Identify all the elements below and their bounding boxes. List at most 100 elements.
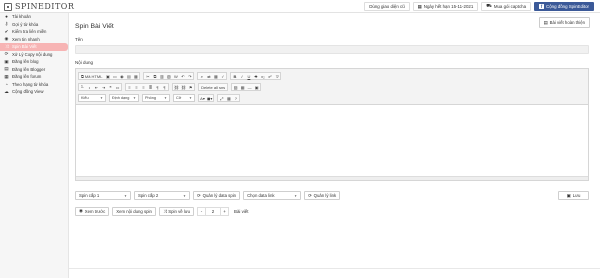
sidebar-item[interactable]: ● Tài khoản: [0, 13, 68, 21]
rtl-icon[interactable]: ¶: [161, 84, 168, 91]
editor-content-area[interactable]: [76, 105, 588, 178]
sidebar-item[interactable]: ⤨ Spin Bài Viết: [0, 43, 68, 51]
bulleted-list-icon[interactable]: •: [86, 84, 93, 91]
article-count-value[interactable]: 2: [206, 206, 221, 216]
remove-format-icon[interactable]: T̸: [273, 73, 280, 80]
div-icon[interactable]: ▭: [114, 84, 121, 91]
save-button[interactable]: ▣ Lưu: [558, 191, 589, 200]
spellcheck-icon[interactable]: ✓: [219, 73, 226, 80]
template-icon[interactable]: ▦: [132, 73, 139, 80]
iframe-icon[interactable]: ▣: [253, 84, 260, 91]
page-title: Spin Bài Viết: [75, 23, 114, 30]
save-doc-icon[interactable]: ▣: [104, 73, 111, 80]
size-select[interactable]: Cỡ ▼: [173, 94, 195, 102]
bold-icon[interactable]: B: [231, 73, 238, 80]
format-select[interactable]: Kiểu ▼: [78, 94, 106, 102]
print-icon[interactable]: ▤: [125, 73, 132, 80]
underline-icon[interactable]: U: [245, 73, 252, 80]
sidebar-item[interactable]: ▦ Đăng lên forum: [0, 73, 68, 81]
style-select[interactable]: Định dạng ▼: [109, 94, 139, 102]
cut-icon[interactable]: ✂: [144, 73, 151, 80]
editor-resize-bar[interactable]: [76, 176, 588, 180]
sidebar: ● Tài khoản ⚷ Gợi ý từ khóa ✔ Kiểm tra liên m…: [0, 13, 69, 278]
paste-icon[interactable]: ▥: [158, 73, 165, 80]
view-spin-content-button[interactable]: Xem nội dung spin: [112, 206, 156, 216]
sidebar-item-label: Gợi ý từ khóa: [12, 21, 39, 27]
spin-to-save-button[interactable]: ⤨ Spin về lưu: [158, 206, 195, 216]
delete-all-sns-button[interactable]: Delete all sns: [199, 84, 227, 91]
editor-toolbar: ⧉ Mã HTML ▣ ▭ ◉ ▤ ▦ ✂ ⧉ ▥ ▧ W ↶ ↷ ⌕ ⇄ ▦ …: [76, 69, 588, 105]
show-blocks-icon[interactable]: ▦: [225, 95, 232, 102]
eye-icon: ◉: [4, 36, 9, 42]
font-select[interactable]: Phông ▼: [142, 94, 170, 102]
source-button[interactable]: ⧉ Mã HTML: [79, 73, 104, 80]
italic-icon[interactable]: I: [238, 73, 245, 80]
sidebar-item[interactable]: ◔ Theo hạng từ khóa: [0, 81, 68, 89]
new-page-icon[interactable]: ▭: [111, 73, 118, 80]
spin-level-2-select[interactable]: Spin cấp 2 ▼: [134, 191, 190, 200]
superscript-icon[interactable]: x²: [266, 73, 273, 80]
paste-word-icon[interactable]: W: [172, 73, 179, 80]
chevron-down-icon: ▼: [189, 96, 192, 100]
sidebar-item[interactable]: ⟳ Xử Lý Copy nội dung: [0, 51, 68, 59]
paste-text-icon[interactable]: ▧: [165, 73, 172, 80]
sidebar-item[interactable]: ☁ Cộng đồng View: [0, 88, 68, 96]
user-icon: ●: [5, 14, 8, 20]
rank-icon: ◔: [5, 81, 8, 87]
finished-article-button[interactable]: ▤ Bài viết hoàn thiện: [538, 17, 590, 28]
bg-color-icon[interactable]: ◼▾: [206, 95, 213, 102]
outdent-icon[interactable]: ⇤: [93, 84, 100, 91]
copy-icon[interactable]: ⧉: [151, 73, 158, 80]
blockquote-icon[interactable]: ❝: [107, 84, 114, 91]
blogger-icon: ▤: [4, 66, 9, 72]
old-theme-button[interactable]: Dùng giao diện cũ: [364, 2, 410, 11]
about-icon[interactable]: ?: [232, 95, 239, 102]
data-link-select[interactable]: Chọn data link ▼: [243, 191, 302, 200]
expiry-button[interactable]: ▦ Ngày hết hạn 15-11-2021: [412, 2, 479, 11]
align-right-icon[interactable]: ≡: [140, 84, 147, 91]
strike-icon[interactable]: S: [252, 73, 259, 80]
sidebar-item[interactable]: ▤ Đăng lên Blogger: [0, 66, 68, 74]
captcha-button[interactable]: ⛟ Mua gói captcha: [481, 2, 532, 11]
decrement-button[interactable]: -: [197, 206, 207, 216]
unlink-icon[interactable]: ⛓: [180, 84, 187, 91]
manage-data-spin-button[interactable]: ⟳ Quản lý data spin: [193, 191, 241, 200]
maximize-icon[interactable]: ⤢: [218, 95, 225, 102]
title-input[interactable]: [75, 45, 589, 54]
forum-icon: ▦: [4, 73, 9, 79]
select-all-icon[interactable]: ▦: [212, 73, 219, 80]
preview-icon[interactable]: ◉: [118, 73, 125, 80]
align-left-icon[interactable]: ≡: [126, 84, 133, 91]
align-center-icon[interactable]: ≡: [133, 84, 140, 91]
sidebar-item-label: Đăng lên blog: [12, 59, 39, 65]
app-logo[interactable]: SPINEDITOR: [4, 2, 74, 11]
numbered-list-icon[interactable]: ⒈: [79, 84, 86, 91]
undo-icon[interactable]: ↶: [179, 73, 186, 80]
subscript-icon[interactable]: x₂: [259, 73, 266, 80]
replace-icon[interactable]: ⇄: [205, 73, 212, 80]
hr-icon[interactable]: ―: [246, 84, 253, 91]
text-color-icon[interactable]: A▾: [199, 95, 206, 102]
shuffle-icon: ⤨: [162, 208, 167, 214]
anchor-icon[interactable]: ⚑: [187, 84, 194, 91]
sidebar-item[interactable]: ▣ Đăng lên blog: [0, 58, 68, 66]
sidebar-item[interactable]: ⚷ Gợi ý từ khóa: [0, 21, 68, 29]
justify-icon[interactable]: ≣: [147, 84, 154, 91]
table-icon[interactable]: ▦: [239, 84, 246, 91]
link-icon[interactable]: ⛓: [173, 84, 180, 91]
manage-link-button[interactable]: ⟳ Quản lý link: [304, 191, 341, 200]
redo-icon[interactable]: ↷: [186, 73, 193, 80]
sidebar-item[interactable]: ✔ Kiểm tra liên miền: [0, 28, 68, 36]
indent-icon[interactable]: ⇥: [100, 84, 107, 91]
sidebar-item[interactable]: ◉ Xem tin nhanh: [0, 36, 68, 44]
ltr-icon[interactable]: ¶: [154, 84, 161, 91]
sidebar-item-label: Tài khoản: [12, 14, 31, 20]
increment-button[interactable]: +: [220, 206, 230, 216]
key-icon: ⚷: [4, 21, 9, 27]
find-icon[interactable]: ⌕: [198, 73, 205, 80]
preview-button[interactable]: ◉ Xem trước: [75, 206, 110, 216]
spin-level-1-select[interactable]: Spin cấp 1 ▼: [75, 191, 131, 200]
image-icon[interactable]: ▨: [232, 84, 239, 91]
community-button[interactable]: f Cộng đồng SpinEditor: [534, 2, 594, 11]
chevron-down-icon: ▼: [294, 193, 298, 198]
